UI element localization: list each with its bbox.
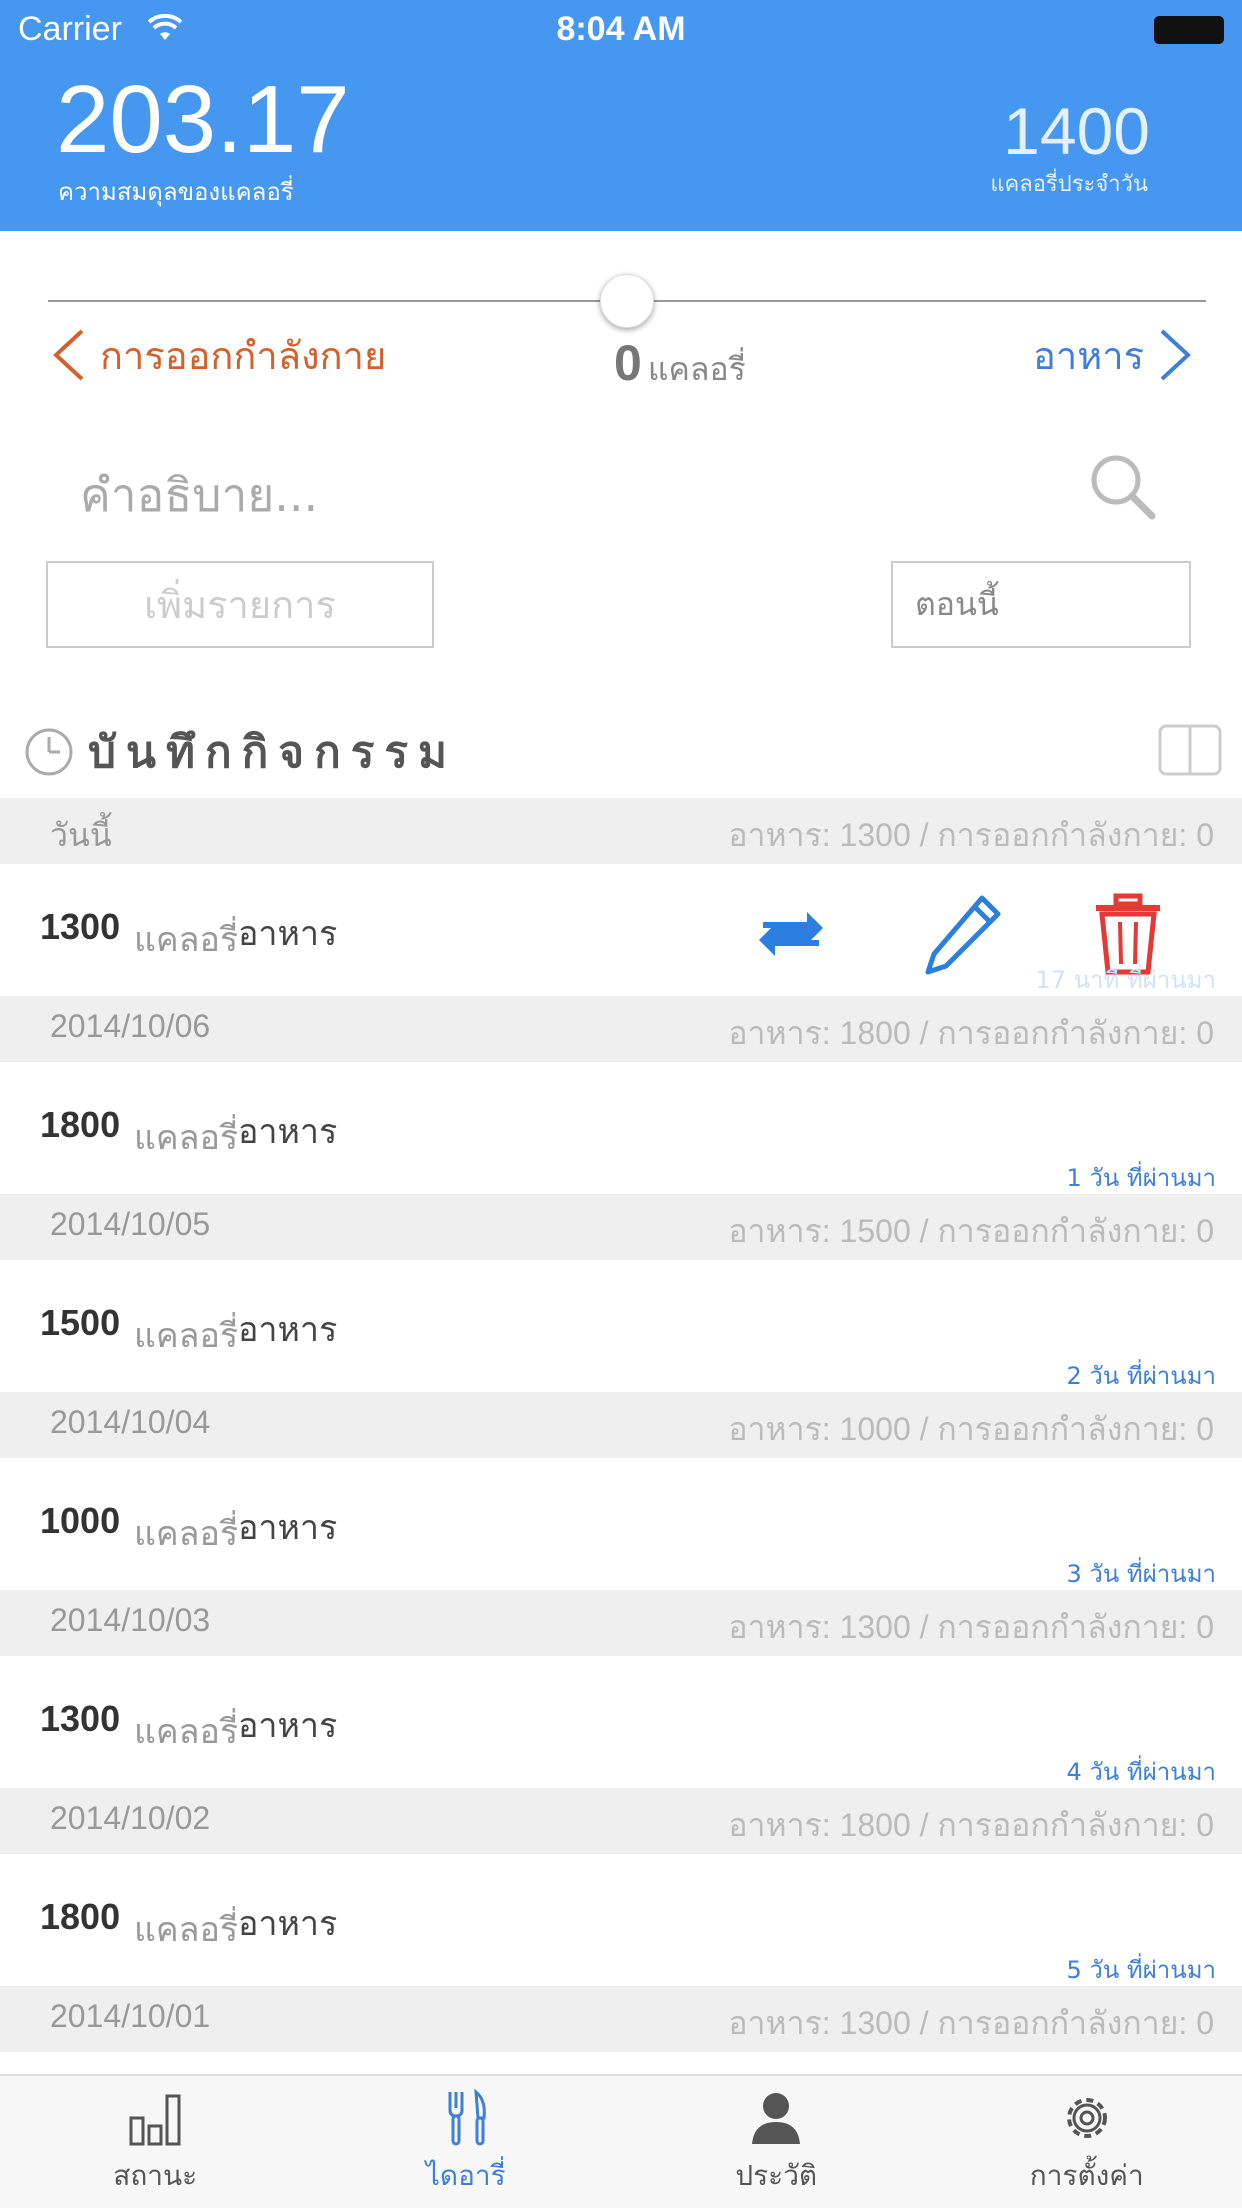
- day-header: 2014/10/04 อาหาร: 1000 / การออกกำลังกาย:…: [0, 1392, 1242, 1458]
- calorie-balance-value: 203.17: [56, 66, 350, 173]
- clock-label: 8:04 AM: [556, 10, 686, 48]
- entry-time-ago: 5 วัน ที่ผ่านมา: [1066, 1956, 1216, 1984]
- food-label: อาหาร: [1033, 333, 1144, 378]
- entry-time-ago: 4 วัน ที่ผ่านมา: [1066, 1758, 1216, 1786]
- entry-type: อาหาร: [238, 1904, 338, 1944]
- log-entry[interactable]: 1800 แคลอรี่ อาหาร 5 วัน ที่ผ่านมา: [0, 1854, 1242, 1986]
- entry-calories: 1800: [40, 1896, 121, 1937]
- log-entry[interactable]: 1800 แคลอรี่ อาหาร 1 วัน ที่ผ่านมา: [0, 1062, 1242, 1194]
- tab-history-label: ประวัติ: [735, 2159, 818, 2192]
- entry-time-ago: 1 วัน ที่ผ่านมา: [1066, 1164, 1216, 1192]
- entry-unit: แคลอรี่: [134, 1316, 239, 1356]
- day-summary: อาหาร: 1300 / การออกกำลังกาย: 0: [728, 2005, 1214, 2041]
- tab-history[interactable]: ประวัติ: [621, 2076, 932, 2208]
- pencil-icon[interactable]: [920, 892, 1004, 976]
- entry-type: อาหาร: [238, 1112, 338, 1152]
- slider-calorie-readout: 0 แคลอรี่: [614, 334, 746, 395]
- day-summary: อาหาร: 1300 / การออกกำลังกาย: 0: [728, 817, 1214, 853]
- day-summary: อาหาร: 1800 / การออกกำลังกาย: 0: [728, 1015, 1214, 1051]
- fork-knife-icon: [448, 2088, 486, 2146]
- entry-unit: แคลอรี่: [134, 1712, 239, 1752]
- exercise-label: การออกกำลังกาย: [100, 333, 387, 378]
- day-summary: อาหาร: 1500 / การออกกำลังกาย: 0: [728, 1213, 1214, 1249]
- book-icon[interactable]: [1158, 724, 1222, 776]
- calorie-balance-label: ความสมดุลของแคลอรี่: [58, 178, 294, 206]
- search-icon[interactable]: [1086, 450, 1158, 522]
- day-summary: อาหาร: 1000 / การออกกำลังกาย: 0: [728, 1411, 1214, 1447]
- description-input[interactable]: [80, 460, 980, 530]
- day-header: 2014/10/01 อาหาร: 1300 / การออกกำลังกาย:…: [0, 1986, 1242, 2052]
- activity-list: วันนี้ อาหาร: 1300 / การออกกำลังกาย: 0 1…: [0, 798, 1242, 2052]
- entry-type: อาหาร: [238, 1508, 338, 1548]
- exercise-direction-button[interactable]: การออกกำลังกาย: [48, 325, 386, 385]
- entry-time-ago: 3 วัน ที่ผ่านมา: [1066, 1560, 1216, 1588]
- person-icon: [752, 2093, 801, 2144]
- day-date: 2014/10/02: [50, 1800, 211, 1836]
- tab-diary[interactable]: ไดอารี่: [311, 2076, 622, 2208]
- tab-status-label: สถานะ: [113, 2159, 198, 2192]
- activity-log-title: บันทึกกิจกรรม: [88, 727, 457, 778]
- day-date: 2014/10/06: [50, 1008, 211, 1044]
- status-bar: Carrier 8:04 AM: [0, 0, 1242, 60]
- log-entry[interactable]: 1500 แคลอรี่ อาหาร 2 วัน ที่ผ่านมา: [0, 1260, 1242, 1392]
- gear-icon: [1066, 2098, 1107, 2138]
- entry-unit: แคลอรี่: [134, 1910, 239, 1950]
- tab-diary-label: ไดอารี่: [425, 2159, 506, 2192]
- day-header: วันนี้ อาหาร: 1300 / การออกกำลังกาย: 0: [0, 798, 1242, 864]
- battery-icon: [1154, 16, 1224, 44]
- repeat-icon[interactable]: [749, 892, 833, 976]
- slider-calorie-unit: แคลอรี่: [647, 350, 746, 388]
- tab-settings-label: การตั้งค่า: [1029, 2159, 1144, 2192]
- entry-calories: 1300: [40, 906, 121, 947]
- food-direction-button[interactable]: อาหาร: [1033, 325, 1196, 385]
- entry-calories: 1500: [40, 1302, 121, 1343]
- activity-log-header: บันทึกกิจกรรม: [24, 722, 457, 782]
- entry-type: อาหาร: [238, 914, 338, 954]
- day-date: วันนี้: [50, 817, 112, 853]
- tab-status[interactable]: สถานะ: [0, 2076, 311, 2208]
- tab-settings[interactable]: การตั้งค่า: [932, 2076, 1242, 2208]
- day-header: 2014/10/06 อาหาร: 1800 / การออกกำลังกาย:…: [0, 996, 1242, 1062]
- chevron-left-icon: [53, 329, 84, 381]
- day-header: 2014/10/03 อาหาร: 1300 / การออกกำลังกาย:…: [0, 1590, 1242, 1656]
- time-select-button[interactable]: ตอนนี้: [891, 561, 1191, 648]
- entry-time-ago: 17 นาที ที่ผ่านมา: [1035, 966, 1216, 994]
- entry-unit: แคลอรี่: [134, 1118, 239, 1158]
- day-date: 2014/10/04: [50, 1404, 211, 1440]
- entry-calories: 1300: [40, 1698, 121, 1739]
- bar-chart-icon: [129, 2094, 181, 2146]
- entry-type: อาหาร: [238, 1310, 338, 1350]
- day-date: 2014/10/05: [50, 1206, 211, 1242]
- day-date: 2014/10/03: [50, 1602, 211, 1638]
- log-entry[interactable]: 1000 แคลอรี่ อาหาร 3 วัน ที่ผ่านมา: [0, 1458, 1242, 1590]
- daily-calories-value: 1400: [1003, 94, 1150, 168]
- day-header: 2014/10/05 อาหาร: 1500 / การออกกำลังกาย:…: [0, 1194, 1242, 1260]
- tab-bar: สถานะ ไดอารี่ ประวัติ การตั้งค่า: [0, 2074, 1242, 2208]
- day-header: 2014/10/02 อาหาร: 1800 / การออกกำลังกาย:…: [0, 1788, 1242, 1854]
- entry-unit: แคลอรี่: [134, 920, 239, 960]
- calorie-slider-thumb[interactable]: [600, 274, 654, 328]
- slider-calorie-value: 0: [614, 335, 642, 391]
- daily-calories-label: แคลอรี่ประจำวัน: [990, 172, 1148, 197]
- entry-calories: 1000: [40, 1500, 121, 1541]
- chevron-right-icon: [1160, 329, 1191, 381]
- log-entry[interactable]: 1300 แคลอรี่ อาหาร 17 นาที ที่ผ่านมา: [0, 864, 1242, 996]
- entry-unit: แคลอรี่: [134, 1514, 239, 1554]
- entry-type: อาหาร: [238, 1706, 338, 1746]
- day-date: 2014/10/01: [50, 1998, 211, 2034]
- clock-icon: [25, 728, 73, 776]
- entry-time-ago: 2 วัน ที่ผ่านมา: [1066, 1362, 1216, 1390]
- header-bar: Carrier 8:04 AM 203.17 ความสมดุลของแคลอร…: [0, 0, 1242, 231]
- log-entry[interactable]: 1300 แคลอรี่ อาหาร 4 วัน ที่ผ่านมา: [0, 1656, 1242, 1788]
- entry-calories: 1800: [40, 1104, 121, 1145]
- day-summary: อาหาร: 1800 / การออกกำลังกาย: 0: [728, 1807, 1214, 1843]
- add-entry-button[interactable]: เพิ่มรายการ: [46, 561, 434, 648]
- day-summary: อาหาร: 1300 / การออกกำลังกาย: 0: [728, 1609, 1214, 1645]
